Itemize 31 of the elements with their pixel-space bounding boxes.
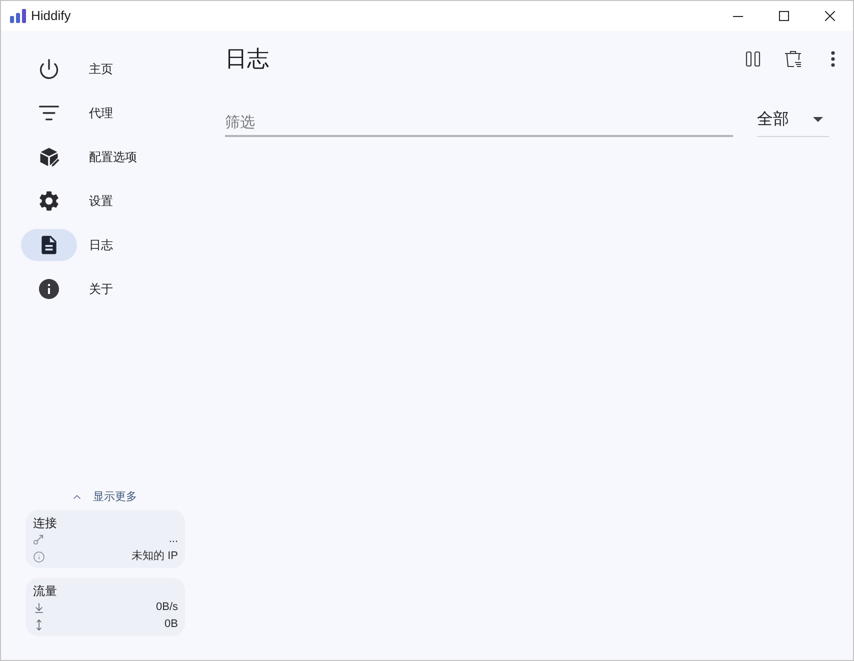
settings-icon: [37, 189, 61, 213]
show-more-button[interactable]: 显示更多: [71, 488, 137, 506]
card-value: ...: [168, 532, 178, 548]
trash-icon: [784, 50, 802, 68]
nav-item[interactable]: 日志: [21, 223, 113, 267]
maximize-icon: [779, 11, 789, 21]
info-icon: [37, 277, 61, 301]
more-icon: [831, 51, 835, 67]
nav-item[interactable]: 代理: [21, 91, 113, 135]
pause-icon: [745, 51, 761, 67]
info-icon: [33, 550, 45, 562]
filter-field[interactable]: 筛选: [225, 109, 733, 137]
page-title: 日志: [225, 45, 269, 73]
download-icon: [33, 602, 45, 614]
card-title: 流量: [33, 583, 57, 599]
close-icon: [825, 11, 835, 21]
power-icon: [38, 58, 60, 80]
window-title: Hiddify: [31, 7, 71, 26]
nav-item[interactable]: 关于: [21, 267, 113, 311]
card-value: 0B/s: [156, 600, 178, 616]
nav-item[interactable]: 主页: [21, 47, 113, 91]
level-select[interactable]: 全部: [757, 105, 829, 137]
nav-item[interactable]: 设置: [21, 179, 113, 223]
logo-icon: [10, 9, 26, 23]
dropdown-arrow-icon: [813, 117, 823, 122]
nav-item[interactable]: 配置选项: [21, 135, 137, 179]
card-title: 连接: [33, 515, 57, 531]
link-icon: [33, 534, 44, 545]
card-value: 0B: [164, 617, 178, 632]
package-icon: [38, 146, 60, 168]
card-value: 未知的 IP: [132, 549, 178, 564]
